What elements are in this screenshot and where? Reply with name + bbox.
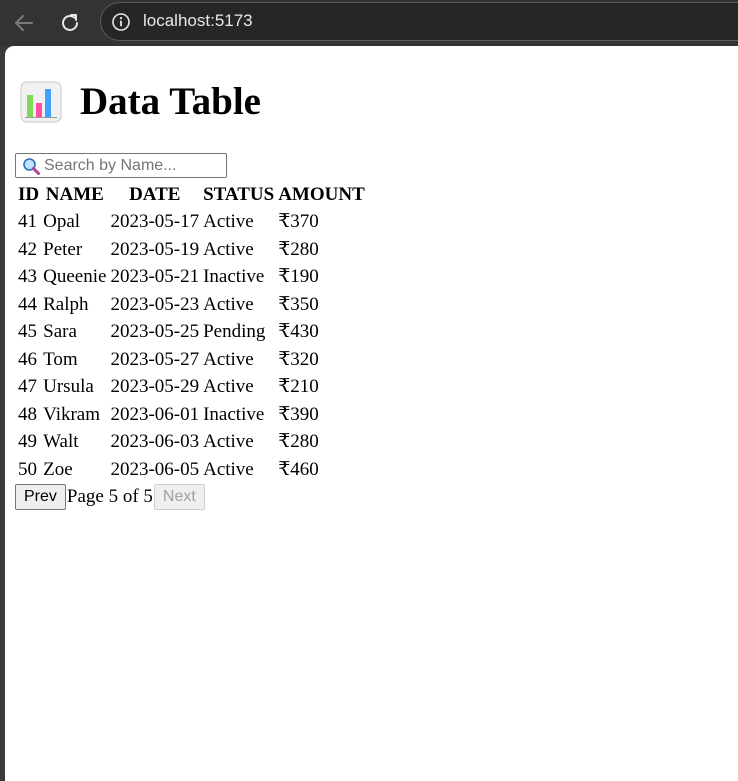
column-header-status: STATUS <box>203 183 275 205</box>
table-row: 46 Tom 2023-05-27 Active ₹320 <box>17 347 366 373</box>
cell-amount: ₹370 <box>278 211 319 233</box>
cell-id: 49 <box>18 431 37 453</box>
table-row: 48 Vikram 2023-06-01 Inactive ₹390 <box>17 402 366 428</box>
cell-name: Ursula <box>43 376 94 398</box>
cell-id: 41 <box>18 211 37 233</box>
magnifying-glass-icon <box>23 158 40 175</box>
cell-name: Opal <box>43 211 81 233</box>
cell-date: 2023-05-25 <box>110 321 200 343</box>
table-row: 42 Peter 2023-05-19 Active ₹280 <box>17 237 366 263</box>
cell-id: 47 <box>18 376 37 398</box>
reload-button[interactable] <box>54 7 86 39</box>
url-text[interactable]: localhost:5173 <box>143 11 253 31</box>
reload-icon <box>62 14 78 31</box>
table-row: 50 Zoe 2023-06-05 Active ₹460 <box>17 457 366 483</box>
next-button[interactable]: Next <box>153 484 205 510</box>
cell-name: Walt <box>43 431 79 453</box>
cell-name: Zoe <box>43 458 73 480</box>
cell-status: Pending <box>203 321 266 343</box>
cell-id: 45 <box>18 321 37 343</box>
cell-amount: ₹280 <box>278 238 319 260</box>
table-body: 41 Opal 2023-05-17 Active ₹370 42 Peter … <box>17 210 366 483</box>
arrow-left-icon <box>15 15 33 31</box>
data-table: ID NAME DATE STATUS AMOUNT 41 Opal 2023-… <box>15 180 368 485</box>
address-bar[interactable]: localhost:5173 <box>100 2 738 41</box>
cell-name: Vikram <box>43 403 101 425</box>
cell-id: 42 <box>18 238 37 260</box>
cell-id: 43 <box>18 266 37 288</box>
cell-name: Tom <box>43 348 78 370</box>
page-viewport: Data Table ID NAME DATE STATUS AMOUNT 41… <box>5 46 738 781</box>
cell-name: Peter <box>43 238 83 260</box>
cell-name: Ralph <box>43 293 89 315</box>
page-indicator: Page 5 of 5 <box>66 486 153 507</box>
cell-amount: ₹190 <box>278 266 319 288</box>
cell-date: 2023-05-17 <box>110 211 200 233</box>
prev-button[interactable]: Prev <box>15 484 66 510</box>
info-circle-icon[interactable] <box>111 12 131 32</box>
cell-id: 48 <box>18 403 37 425</box>
browser-toolbar: localhost:5173 <box>0 0 738 46</box>
cell-id: 44 <box>18 293 37 315</box>
cell-status: Active <box>203 458 254 480</box>
cell-status: Active <box>203 211 254 233</box>
back-button[interactable] <box>8 7 40 39</box>
cell-amount: ₹350 <box>278 293 319 315</box>
cell-amount: ₹280 <box>278 431 319 453</box>
column-header-id: ID <box>18 183 40 205</box>
table-row: 47 Ursula 2023-05-29 Active ₹210 <box>17 375 366 401</box>
column-header-name: NAME <box>45 183 104 205</box>
cell-amount: ₹390 <box>278 403 319 425</box>
table-row: 41 Opal 2023-05-17 Active ₹370 <box>17 210 366 236</box>
cell-date: 2023-05-21 <box>110 266 200 288</box>
page-header: Data Table <box>20 79 261 125</box>
cell-date: 2023-05-19 <box>110 238 200 260</box>
cell-id: 46 <box>18 348 37 370</box>
cell-name: Sara <box>43 321 77 343</box>
table-row: 43 Queenie 2023-05-21 Inactive ₹190 <box>17 265 366 291</box>
cell-amount: ₹320 <box>278 348 319 370</box>
table-row: 45 Sara 2023-05-25 Pending ₹430 <box>17 320 366 346</box>
search-box[interactable] <box>15 153 227 178</box>
cell-amount: ₹460 <box>278 458 319 480</box>
cell-date: 2023-05-29 <box>110 376 200 398</box>
table-row: 44 Ralph 2023-05-23 Active ₹350 <box>17 292 366 318</box>
cell-status: Active <box>203 293 254 315</box>
search-input[interactable] <box>44 155 224 176</box>
cell-amount: ₹430 <box>278 321 319 343</box>
cell-status: Active <box>203 431 254 453</box>
cell-status: Active <box>203 348 254 370</box>
table-row: 49 Walt 2023-06-03 Active ₹280 <box>17 430 366 456</box>
cell-date: 2023-05-27 <box>110 348 200 370</box>
cell-status: Inactive <box>203 403 265 425</box>
page-title: Data Table <box>80 80 261 123</box>
cell-id: 50 <box>18 458 37 480</box>
cell-date: 2023-06-05 <box>110 458 200 480</box>
cell-amount: ₹210 <box>278 376 319 398</box>
pagination: Prev Page 5 of 5 Next <box>15 484 205 510</box>
bar-chart-emoji-icon <box>20 81 62 123</box>
cell-date: 2023-05-23 <box>110 293 200 315</box>
cell-date: 2023-06-03 <box>110 431 200 453</box>
cell-status: Inactive <box>203 266 265 288</box>
cell-status: Active <box>203 376 254 398</box>
cell-status: Active <box>203 238 254 260</box>
cell-date: 2023-06-01 <box>110 403 200 425</box>
cell-name: Queenie <box>43 266 107 288</box>
table-header-row: ID NAME DATE STATUS AMOUNT <box>17 182 366 208</box>
column-header-date: DATE <box>129 183 181 205</box>
column-header-amount: AMOUNT <box>278 183 365 205</box>
